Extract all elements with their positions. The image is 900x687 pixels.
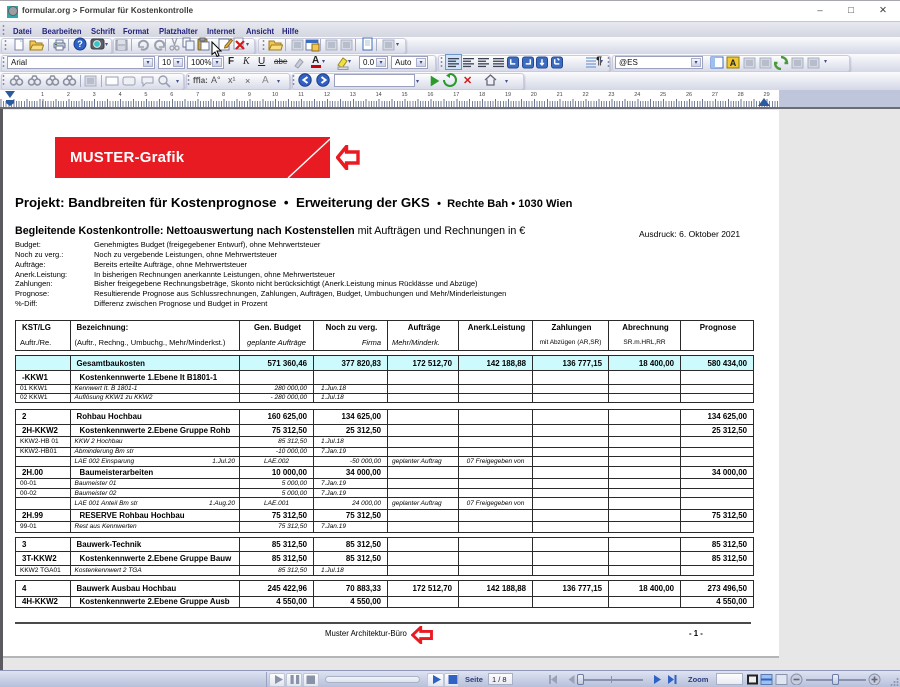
svg-text:A: A — [730, 58, 737, 68]
svg-text:?: ? — [77, 39, 83, 49]
